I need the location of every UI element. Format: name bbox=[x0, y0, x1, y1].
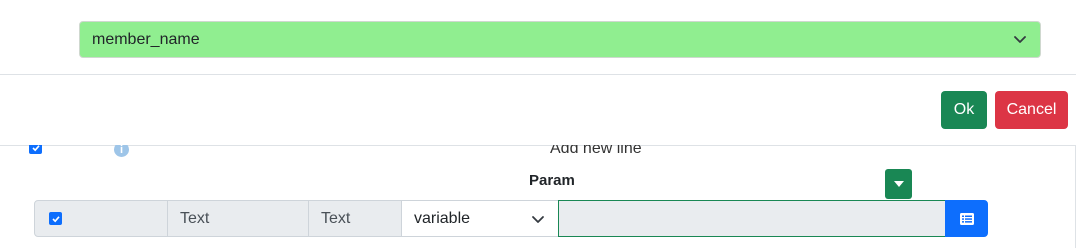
ok-button[interactable]: Ok bbox=[941, 91, 987, 129]
checkbox-icon bbox=[31, 145, 40, 151]
info-icon[interactable]: i bbox=[114, 145, 129, 157]
param-dropdown-button[interactable] bbox=[885, 169, 912, 199]
list-icon bbox=[959, 212, 974, 225]
chevron-down-icon bbox=[1014, 36, 1026, 43]
cancel-button[interactable]: Cancel bbox=[995, 91, 1068, 129]
row-text-cell-2: Text bbox=[308, 200, 402, 237]
checkbox-icon bbox=[51, 215, 60, 222]
member-select-value: member_name bbox=[92, 30, 200, 48]
row-checkbox[interactable] bbox=[49, 212, 62, 225]
member-select[interactable]: member_name bbox=[79, 21, 1041, 58]
row-text-cell-1: Text bbox=[167, 200, 309, 237]
param-panel: i Add new line Param Text Text variable bbox=[0, 145, 1076, 248]
row-type-select[interactable]: variable bbox=[401, 200, 559, 237]
divider bbox=[0, 74, 1076, 75]
row-type-select-value: variable bbox=[414, 209, 471, 227]
panel-border bbox=[0, 145, 1076, 146]
row-checkbox-cell bbox=[34, 200, 168, 237]
add-new-line-link[interactable]: Add new line bbox=[550, 145, 642, 158]
header-checkbox[interactable] bbox=[29, 145, 42, 154]
caret-down-icon bbox=[893, 181, 904, 187]
row-list-button[interactable] bbox=[945, 200, 988, 237]
param-row: Text Text variable bbox=[34, 200, 988, 237]
row-param-input[interactable] bbox=[558, 200, 946, 237]
chevron-down-icon bbox=[532, 216, 544, 223]
param-header: Param bbox=[529, 172, 575, 189]
